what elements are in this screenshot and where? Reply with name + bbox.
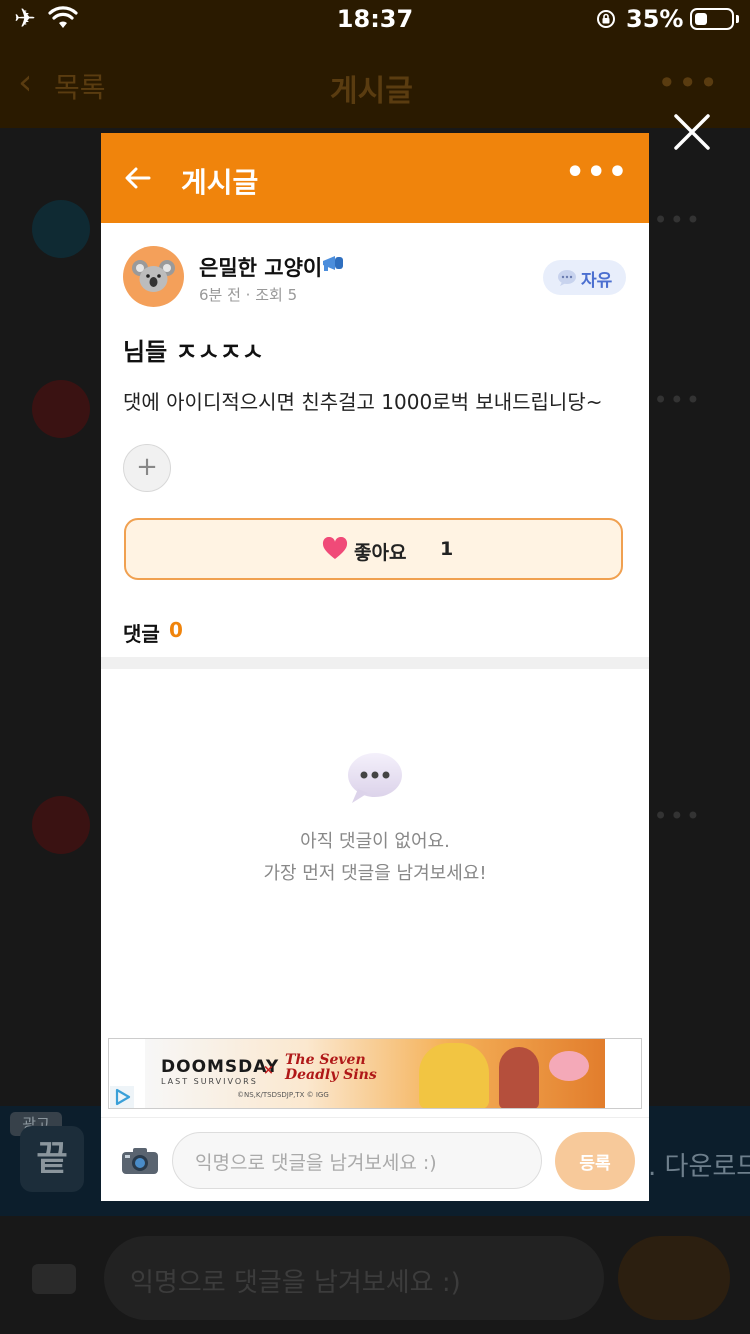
- section-divider: [101, 657, 649, 669]
- more-icon[interactable]: •••: [565, 155, 629, 190]
- empty-comments-message: 아직 댓글이 없어요.: [300, 831, 450, 852]
- background-avatar: [32, 380, 90, 438]
- submit-label: 등록: [579, 1154, 611, 1174]
- background-banner-icon: 끝: [20, 1126, 84, 1192]
- ad-cross: ×: [263, 1063, 274, 1078]
- megaphone-icon: [323, 256, 343, 271]
- background-back-label: 목록: [54, 71, 106, 104]
- post-meta: 6분 전 · 조회 5: [199, 286, 298, 304]
- background-title: 게시글: [330, 74, 413, 109]
- background-more-icon: •••: [653, 802, 702, 830]
- background-avatar: [32, 200, 90, 258]
- comments-label: 댓글: [123, 622, 160, 646]
- category-tag[interactable]: 자유: [543, 260, 626, 295]
- background-camera-icon: [32, 1264, 76, 1294]
- heart-icon: [322, 537, 348, 559]
- ad-logo-doomsday: DOOMSDAY: [161, 1057, 280, 1077]
- battery-percent: 35%: [626, 5, 684, 33]
- comment-input[interactable]: 익명으로 댓글을 남겨보세요 :): [172, 1132, 542, 1189]
- ad-choices-icon[interactable]: [110, 1086, 134, 1108]
- close-icon[interactable]: [672, 112, 712, 152]
- ad-pig: [549, 1051, 589, 1081]
- page-title: 게시글: [181, 166, 259, 199]
- like-button[interactable]: 좋아요 1: [124, 518, 623, 580]
- comment-bar: 익명으로 댓글을 남겨보세요 :) 등록: [101, 1117, 649, 1201]
- background-banner-text: . 다운로드: [648, 1152, 750, 1182]
- background-more-icon: •••: [653, 386, 702, 414]
- battery-icon: [690, 8, 734, 30]
- avatar[interactable]: [123, 246, 184, 307]
- speech-bubble-icon: [558, 270, 576, 286]
- chat-bubble-icon: [348, 753, 402, 803]
- empty-comments-hint: 가장 먼저 댓글을 남겨보세요!: [263, 863, 487, 884]
- status-bar: ✈ 18:37 35%: [0, 0, 750, 40]
- koala-icon: [132, 260, 175, 292]
- camera-icon[interactable]: [121, 1146, 159, 1176]
- plus-icon: +: [136, 452, 158, 482]
- comments-count: 0: [169, 618, 183, 642]
- back-arrow-icon[interactable]: [123, 163, 153, 193]
- background-back-icon: ‹: [18, 62, 33, 103]
- background-more-icon: •••: [657, 64, 720, 102]
- comment-placeholder: 익명으로 댓글을 남겨보세요 :): [195, 1152, 437, 1174]
- background-avatar: [32, 796, 90, 854]
- ad-logo-subtitle: LAST SURVIVORS: [161, 1077, 258, 1086]
- ad-logo-deadly-sins: Deadly Sins: [285, 1067, 377, 1083]
- modal-header: 게시글 •••: [101, 133, 649, 223]
- background-submit-button: [618, 1236, 730, 1320]
- submit-button[interactable]: 등록: [555, 1132, 635, 1190]
- category-tag-label: 자유: [581, 271, 613, 291]
- rotation-lock-icon: [597, 10, 615, 28]
- post-modal: 게시글 ••• 은밀한 고양이 6분 전 · 조회 5 자유 님들 ㅈㅅㅈㅅ 댓…: [101, 133, 649, 1201]
- post-title: 님들 ㅈㅅㅈㅅ: [123, 338, 264, 366]
- ad-fine-print: ©NS,K/TSDSDJP,TX © IGG: [237, 1091, 329, 1099]
- battery-tip: [736, 15, 739, 23]
- ad-logo-seven: The Seven: [285, 1052, 366, 1068]
- ad-character: [499, 1047, 539, 1108]
- author-name: 은밀한 고양이: [199, 256, 323, 280]
- like-count: 1: [440, 538, 454, 560]
- add-reaction-button[interactable]: +: [123, 444, 171, 492]
- post-body: 댓에 아이디적으시면 친추걸고 1000로벅 보내드립니당~: [123, 390, 603, 414]
- ad-character: [419, 1043, 489, 1108]
- like-label: 좋아요: [354, 542, 407, 564]
- ad-banner[interactable]: DOOMSDAY LAST SURVIVORS × The Seven Dead…: [108, 1038, 642, 1109]
- background-comment-placeholder: 익명으로 댓글을 남겨보세요 :): [130, 1268, 461, 1298]
- background-more-icon: •••: [653, 206, 702, 234]
